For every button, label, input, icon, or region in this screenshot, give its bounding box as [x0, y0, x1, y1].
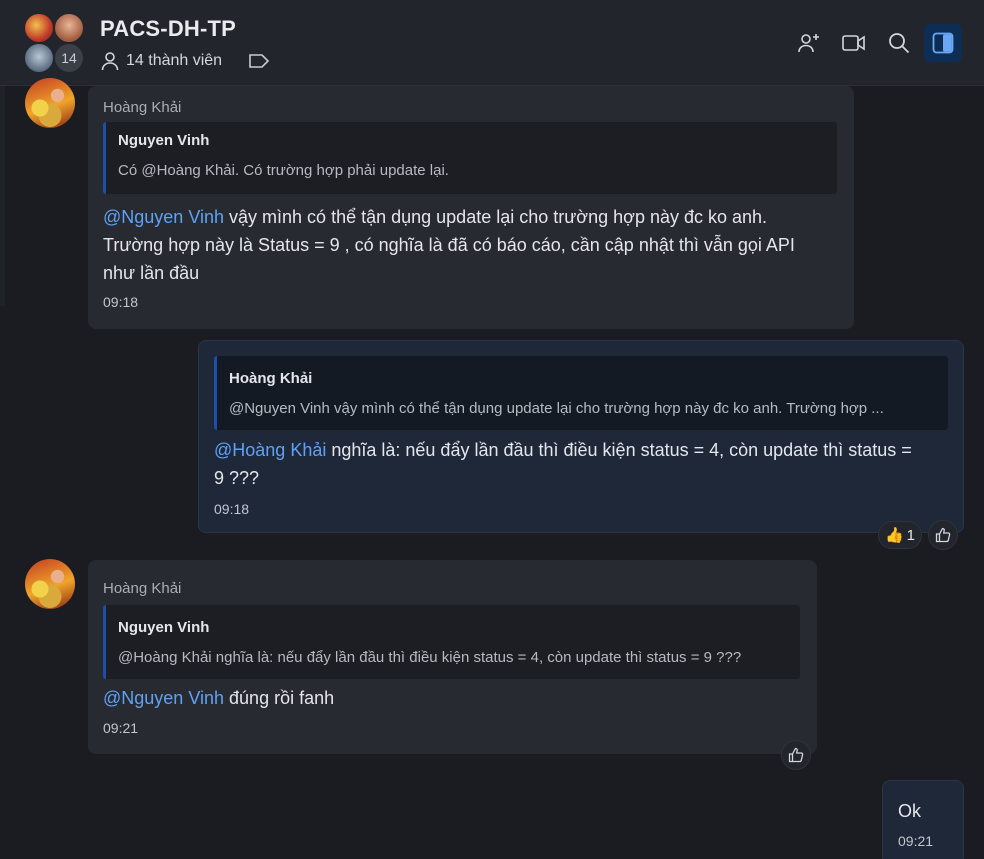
- quoted-message[interactable]: Nguyen Vinh Có @Hoàng Khải. Có trường hợ…: [103, 122, 837, 194]
- message-text-part: đúng rồi fanh: [224, 688, 335, 708]
- message-text: @Nguyen Vinh đúng rồi fanh: [103, 684, 793, 712]
- sidebar-edge: [0, 86, 5, 306]
- quote-author: Nguyen Vinh: [118, 619, 210, 636]
- react-button[interactable]: [928, 520, 958, 550]
- quote-text: Có @Hoàng Khải. Có trường hợp phải updat…: [118, 162, 449, 179]
- own-message-bubble[interactable]: Ok 09:21: [882, 780, 964, 859]
- sender-avatar[interactable]: [25, 559, 75, 609]
- member-avatar: [24, 13, 54, 43]
- thumbs-up-emoji-icon: 👍: [884, 527, 904, 544]
- mention-link[interactable]: @Nguyen Vinh: [103, 207, 224, 227]
- message-text-part: vậy mình có thể tận dụng update lại cho …: [224, 207, 768, 227]
- thumbs-up-icon: [788, 747, 804, 763]
- chat-window: 14 PACS-DH-TP 14 thành viên Hoàng Khải N…: [0, 0, 984, 859]
- search-icon: [889, 33, 910, 54]
- mention-link[interactable]: @Hoàng Khải: [214, 440, 326, 460]
- quote-author: Nguyen Vinh: [118, 132, 210, 149]
- sender-avatar[interactable]: [25, 78, 75, 128]
- member-avatar: [54, 13, 84, 43]
- message-bubble[interactable]: Hoàng Khải Nguyen Vinh Có @Hoàng Khải. C…: [88, 86, 854, 329]
- message-text: @Nguyen Vinh vậy mình có thể tận dụng up…: [103, 203, 843, 287]
- message-time: 09:18: [103, 294, 139, 310]
- thumbs-up-icon: [935, 527, 951, 543]
- message-time: 09:21: [103, 720, 139, 736]
- conversation-title[interactable]: PACS-DH-TP: [100, 16, 236, 42]
- members-label: 14 thành viên: [126, 52, 223, 69]
- reaction-chip[interactable]: 👍 1: [878, 521, 922, 549]
- react-button[interactable]: [781, 740, 811, 770]
- own-message-bubble[interactable]: Hoàng Khải @Nguyen Vinh vậy mình có thể …: [198, 340, 964, 533]
- mention-link[interactable]: @Nguyen Vinh: [103, 688, 224, 708]
- quote-text: @Nguyen Vinh vậy mình có thể tận dụng up…: [229, 400, 884, 417]
- message-text: Ok: [898, 801, 922, 821]
- group-avatar[interactable]: 14: [24, 13, 88, 75]
- sender-name: Hoàng Khải: [103, 580, 182, 597]
- quoted-message[interactable]: Nguyen Vinh @Hoàng Khải nghĩa là: nếu đẩ…: [103, 605, 800, 679]
- person-icon: [101, 52, 119, 71]
- message-time: 09:21: [898, 833, 934, 849]
- sender-name: Hoàng Khải: [103, 99, 182, 116]
- sidebar-toggle-button[interactable]: [924, 24, 962, 62]
- member-count-badge: 14: [54, 43, 84, 73]
- members-info[interactable]: 14 thành viên: [100, 51, 270, 71]
- quote-text: @Hoàng Khải nghĩa là: nếu đẩy lần đầu th…: [118, 649, 742, 666]
- video-call-button[interactable]: [835, 24, 873, 62]
- chat-header: 14 PACS-DH-TP 14 thành viên: [0, 0, 984, 86]
- search-button[interactable]: [880, 24, 918, 62]
- member-avatar: [24, 43, 54, 73]
- message-text-line: như lần đầu: [103, 263, 200, 283]
- message-time: 09:18: [214, 501, 250, 517]
- quoted-message[interactable]: Hoàng Khải @Nguyen Vinh vậy mình có thể …: [214, 356, 948, 430]
- message-text-part: nghĩa là: nếu đẩy lần đầu thì điều kiện …: [326, 440, 912, 460]
- sidebar-toggle-icon: [932, 32, 954, 54]
- video-call-icon: [842, 35, 865, 51]
- add-member-button[interactable]: [790, 24, 828, 62]
- message-text: @Hoàng Khải nghĩa là: nếu đẩy lần đầu th…: [214, 436, 954, 492]
- quote-author: Hoàng Khải: [229, 370, 313, 387]
- message-text-line: Trường hợp này là Status = 9 , có nghĩa …: [103, 235, 795, 255]
- reaction-count: 1: [906, 526, 916, 544]
- add-member-icon: [798, 34, 819, 53]
- message-text-line: 9 ???: [214, 468, 260, 488]
- message-bubble[interactable]: Hoàng Khải Nguyen Vinh @Hoàng Khải nghĩa…: [88, 560, 817, 754]
- tag-icon[interactable]: [248, 53, 270, 69]
